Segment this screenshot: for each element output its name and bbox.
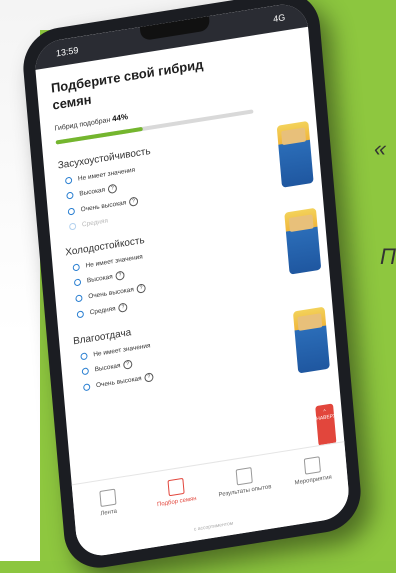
help-icon[interactable]: ? — [136, 283, 147, 294]
option-label: Не имеет значения — [85, 253, 144, 270]
chart-icon — [235, 467, 253, 486]
radio-icon — [80, 352, 88, 361]
side-quote-mark: « — [374, 136, 387, 161]
progress-label: Гибрид подобран — [54, 116, 111, 133]
radio-icon — [72, 263, 81, 272]
nav-label: Мероприятия — [294, 474, 333, 487]
signal-icon: 4G — [272, 12, 286, 25]
nav-item-feed[interactable]: Лента — [80, 486, 137, 521]
radio-icon — [66, 191, 74, 200]
seed-pack-image — [284, 207, 322, 275]
nav-item-events[interactable]: Мероприятия — [284, 453, 341, 488]
seed-pack-image — [292, 306, 330, 374]
scroll-top-button[interactable]: ^ НАВЕРХ — [315, 403, 337, 447]
radio-icon — [67, 207, 76, 216]
radio-icon — [75, 294, 83, 303]
radio-icon — [76, 310, 85, 319]
radio-icon — [81, 367, 90, 376]
option-label: Очень высокая — [88, 286, 135, 301]
option-label: Средняя — [81, 217, 109, 229]
help-icon[interactable]: ? — [107, 183, 118, 195]
option-label: Высокая — [94, 362, 121, 374]
calendar-icon — [303, 456, 321, 475]
nav-label: Результаты опытов — [218, 484, 272, 499]
phone-screen: 13:59 4G Подберите свой гибрид семян Гиб… — [33, 0, 351, 560]
nav-item-results[interactable]: Результаты опытов — [216, 464, 273, 499]
nav-label: Лента — [100, 508, 118, 518]
option-label: Очень высокая — [80, 199, 127, 214]
help-icon[interactable]: ? — [128, 196, 139, 207]
option-label: Высокая — [86, 273, 114, 285]
nav-label: Подбор семян — [156, 495, 197, 509]
nav-item-seed-selection[interactable]: Подбор семян — [148, 475, 205, 510]
main-content: Подберите свой гибрид семян Гибрид подоб… — [35, 27, 336, 396]
option-label: Очень высокая — [95, 375, 142, 390]
radio-icon — [82, 383, 91, 392]
help-icon[interactable]: ? — [144, 372, 154, 383]
option-label: Средняя — [89, 305, 116, 317]
option-label: Не имеет значения — [93, 342, 151, 359]
radio-icon — [73, 278, 82, 287]
feed-icon — [98, 488, 117, 508]
side-letter: П — [380, 244, 396, 269]
help-icon[interactable]: ? — [115, 270, 125, 281]
option-label: Высокая — [79, 186, 106, 198]
option-label: Не имеет значения — [77, 166, 136, 183]
scroll-top-label: НАВЕРХ — [316, 413, 337, 423]
radio-icon — [64, 176, 73, 185]
seedling-icon — [166, 477, 185, 497]
help-icon[interactable]: ? — [123, 359, 133, 370]
radio-icon — [68, 222, 77, 231]
help-icon[interactable]: ? — [118, 302, 128, 313]
progress-value: 44% — [111, 112, 129, 124]
seed-pack-image — [276, 120, 314, 188]
phone-mockup: 13:59 4G Подберите свой гибрид семян Гиб… — [20, 0, 364, 573]
status-time: 13:59 — [55, 44, 79, 59]
